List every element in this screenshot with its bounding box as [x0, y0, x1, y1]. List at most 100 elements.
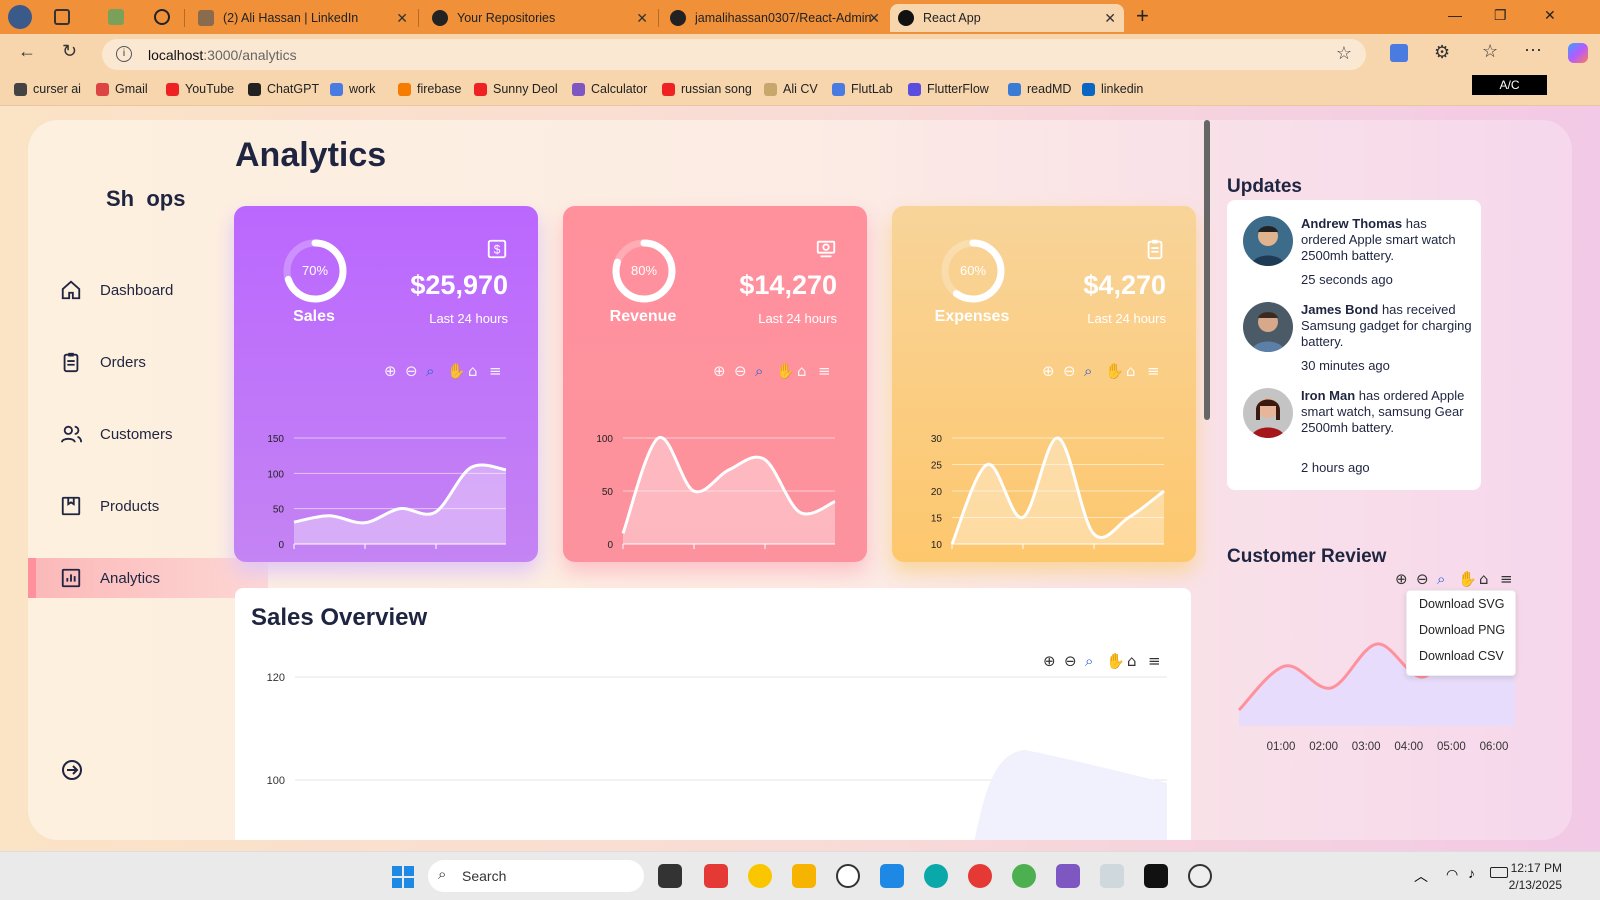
zoom-in-icon[interactable]: ⊕ — [1043, 652, 1056, 670]
copilot-icon[interactable] — [1568, 43, 1588, 63]
app-icon[interactable] — [748, 864, 772, 888]
visual-studio-icon[interactable] — [1056, 864, 1080, 888]
zoom-out-icon[interactable]: ⊖ — [1064, 652, 1077, 670]
close-tab-icon[interactable]: ✕ — [636, 10, 648, 27]
profile-avatar[interactable] — [8, 5, 32, 29]
logout-button[interactable] — [60, 758, 84, 787]
minimize-icon[interactable]: — — [1448, 7, 1462, 23]
chrome-icon[interactable] — [968, 864, 992, 888]
zoom-out-icon[interactable]: ⊖ — [1063, 362, 1076, 380]
menu-icon[interactable]: ≡ — [1148, 652, 1161, 670]
zoom-in-icon[interactable]: ⊕ — [384, 362, 397, 380]
wifi-icon[interactable]: ◠ — [1446, 866, 1458, 883]
pan-icon[interactable]: ✋ — [1106, 652, 1125, 670]
zoom-icon[interactable]: ⌕ — [1085, 652, 1093, 670]
more-icon[interactable]: ⋯ — [1524, 40, 1542, 61]
sidebar-item-analytics[interactable]: Analytics — [28, 558, 268, 598]
menu-icon[interactable]: ≡ — [818, 362, 831, 380]
expenses-card[interactable]: 60% Expenses $4,270 Last 24 hours ⊕ ⊖ ⌕ ✋ ⌂ ≡… — [892, 206, 1196, 562]
maximize-icon[interactable]: ❐ — [1494, 7, 1507, 24]
vscode-icon[interactable] — [880, 864, 904, 888]
zoom-in-icon[interactable]: ⊕ — [1395, 570, 1408, 588]
whatsapp-icon[interactable] — [836, 864, 860, 888]
zoom-out-icon[interactable]: ⊖ — [1416, 570, 1429, 588]
extensions-icon[interactable]: ⚙ — [1434, 42, 1450, 63]
zoom-in-icon[interactable]: ⊕ — [713, 362, 726, 380]
close-tab-icon[interactable]: ✕ — [1104, 10, 1116, 27]
url-input[interactable]: i localhost:3000/analytics ☆ — [102, 39, 1366, 70]
favorite-star-icon[interactable]: ☆ — [1336, 43, 1352, 64]
bookmark-item[interactable]: work — [330, 82, 375, 96]
clock[interactable]: 12:17 PM 2/13/2025 — [1509, 860, 1562, 894]
tab-react-app[interactable]: React App ✕ — [890, 4, 1124, 32]
bookmark-item[interactable]: Ali CV — [764, 82, 818, 96]
chrome-icon[interactable] — [1012, 864, 1036, 888]
bookmark-item[interactable]: readMD — [1008, 82, 1071, 96]
zoom-out-icon[interactable]: ⊖ — [734, 362, 747, 380]
app-icon[interactable] — [1188, 864, 1212, 888]
pan-icon[interactable]: ✋ — [776, 362, 795, 380]
bookmark-item[interactable]: linkedin — [1082, 82, 1143, 96]
zoom-icon[interactable]: ⌕ — [1084, 362, 1092, 380]
collections-icon[interactable] — [54, 9, 70, 25]
edge-icon[interactable] — [924, 864, 948, 888]
pan-icon[interactable]: ✋ — [1105, 362, 1124, 380]
reset-home-icon[interactable]: ⌂ — [1479, 570, 1489, 588]
translate-icon[interactable] — [1390, 44, 1408, 62]
download-svg-item[interactable]: Download SVG — [1407, 591, 1515, 617]
zoom-icon[interactable]: ⌕ — [1437, 570, 1445, 588]
bookmark-item[interactable]: YouTube — [166, 82, 234, 96]
openai-tab-icon[interactable] — [154, 9, 170, 25]
reset-home-icon[interactable]: ⌂ — [797, 362, 807, 380]
reset-home-icon[interactable]: ⌂ — [1127, 652, 1137, 670]
menu-icon[interactable]: ≡ — [489, 362, 502, 380]
app-icon[interactable] — [1144, 864, 1168, 888]
favorites-icon[interactable]: ☆ — [1482, 41, 1498, 62]
tab-repositories[interactable]: Your Repositories ✕ — [424, 4, 656, 32]
pan-icon[interactable]: ✋ — [1458, 570, 1477, 588]
chevron-up-icon[interactable]: ︿ — [1414, 866, 1428, 886]
reset-home-icon[interactable]: ⌂ — [1126, 362, 1136, 380]
sidebar-item-orders[interactable]: Orders — [28, 342, 268, 382]
sidebar-item-products[interactable]: Products — [28, 486, 268, 526]
new-tab-button[interactable]: + — [1136, 3, 1149, 29]
zoom-icon[interactable]: ⌕ — [755, 362, 763, 380]
bookmark-item[interactable]: ChatGPT — [248, 82, 319, 96]
app-icon[interactable] — [1100, 864, 1124, 888]
bookmark-item[interactable]: FlutLab — [832, 82, 893, 96]
back-icon[interactable]: ← — [18, 41, 36, 62]
reset-home-icon[interactable]: ⌂ — [468, 362, 478, 380]
start-icon[interactable] — [392, 866, 414, 888]
bookmark-item[interactable]: russian song — [662, 82, 752, 96]
zoom-icon[interactable]: ⌕ — [426, 362, 434, 380]
taskbar-search[interactable]: ⌕ Search — [428, 860, 644, 892]
volume-icon[interactable]: ♪ — [1468, 865, 1475, 881]
bookmark-item[interactable]: Sunny Deol — [474, 82, 558, 96]
bookmark-item[interactable]: firebase — [398, 82, 461, 96]
bookmark-item[interactable]: curser ai — [14, 82, 81, 96]
download-png-item[interactable]: Download PNG — [1407, 617, 1515, 643]
download-csv-item[interactable]: Download CSV — [1407, 643, 1515, 669]
scrollbar[interactable] — [1204, 120, 1210, 420]
menu-icon[interactable]: ≡ — [1147, 362, 1160, 380]
bookmark-item[interactable]: Gmail — [96, 82, 148, 96]
bookmark-item[interactable]: Calculator — [572, 82, 647, 96]
close-tab-icon[interactable]: ✕ — [396, 10, 408, 27]
info-icon[interactable]: i — [116, 46, 132, 62]
sidebar-item-customers[interactable]: Customers — [28, 414, 268, 454]
close-window-icon[interactable]: ✕ — [1544, 7, 1556, 24]
tab-linkedin[interactable]: (2) Ali Hassan | LinkedIn ✕ — [190, 4, 416, 32]
pan-icon[interactable]: ✋ — [447, 362, 466, 380]
file-explorer-icon[interactable] — [792, 864, 816, 888]
close-tab-icon[interactable]: ✕ — [868, 10, 880, 27]
battery-icon[interactable] — [1490, 867, 1508, 878]
revenue-card[interactable]: 80% Revenue $14,270 Last 24 hours ⊕ ⊖ ⌕ ✋ ⌂ ≡… — [563, 206, 867, 562]
bookmark-item[interactable]: FlutterFlow — [908, 82, 989, 96]
tab-react-admin[interactable]: jamalihassan0307/React-Admin-D ✕ — [662, 4, 888, 32]
zoom-in-icon[interactable]: ⊕ — [1042, 362, 1055, 380]
menu-icon[interactable]: ≡ — [1500, 570, 1513, 588]
sales-card[interactable]: 70% Sales $ $25,970 Last 24 hours ⊕ ⊖ ⌕ ✋ ⌂ ≡… — [234, 206, 538, 562]
sidebar-item-dashboard[interactable]: Dashboard — [28, 270, 268, 310]
app-icon[interactable] — [704, 864, 728, 888]
pinned-tab-icon[interactable] — [108, 9, 124, 25]
